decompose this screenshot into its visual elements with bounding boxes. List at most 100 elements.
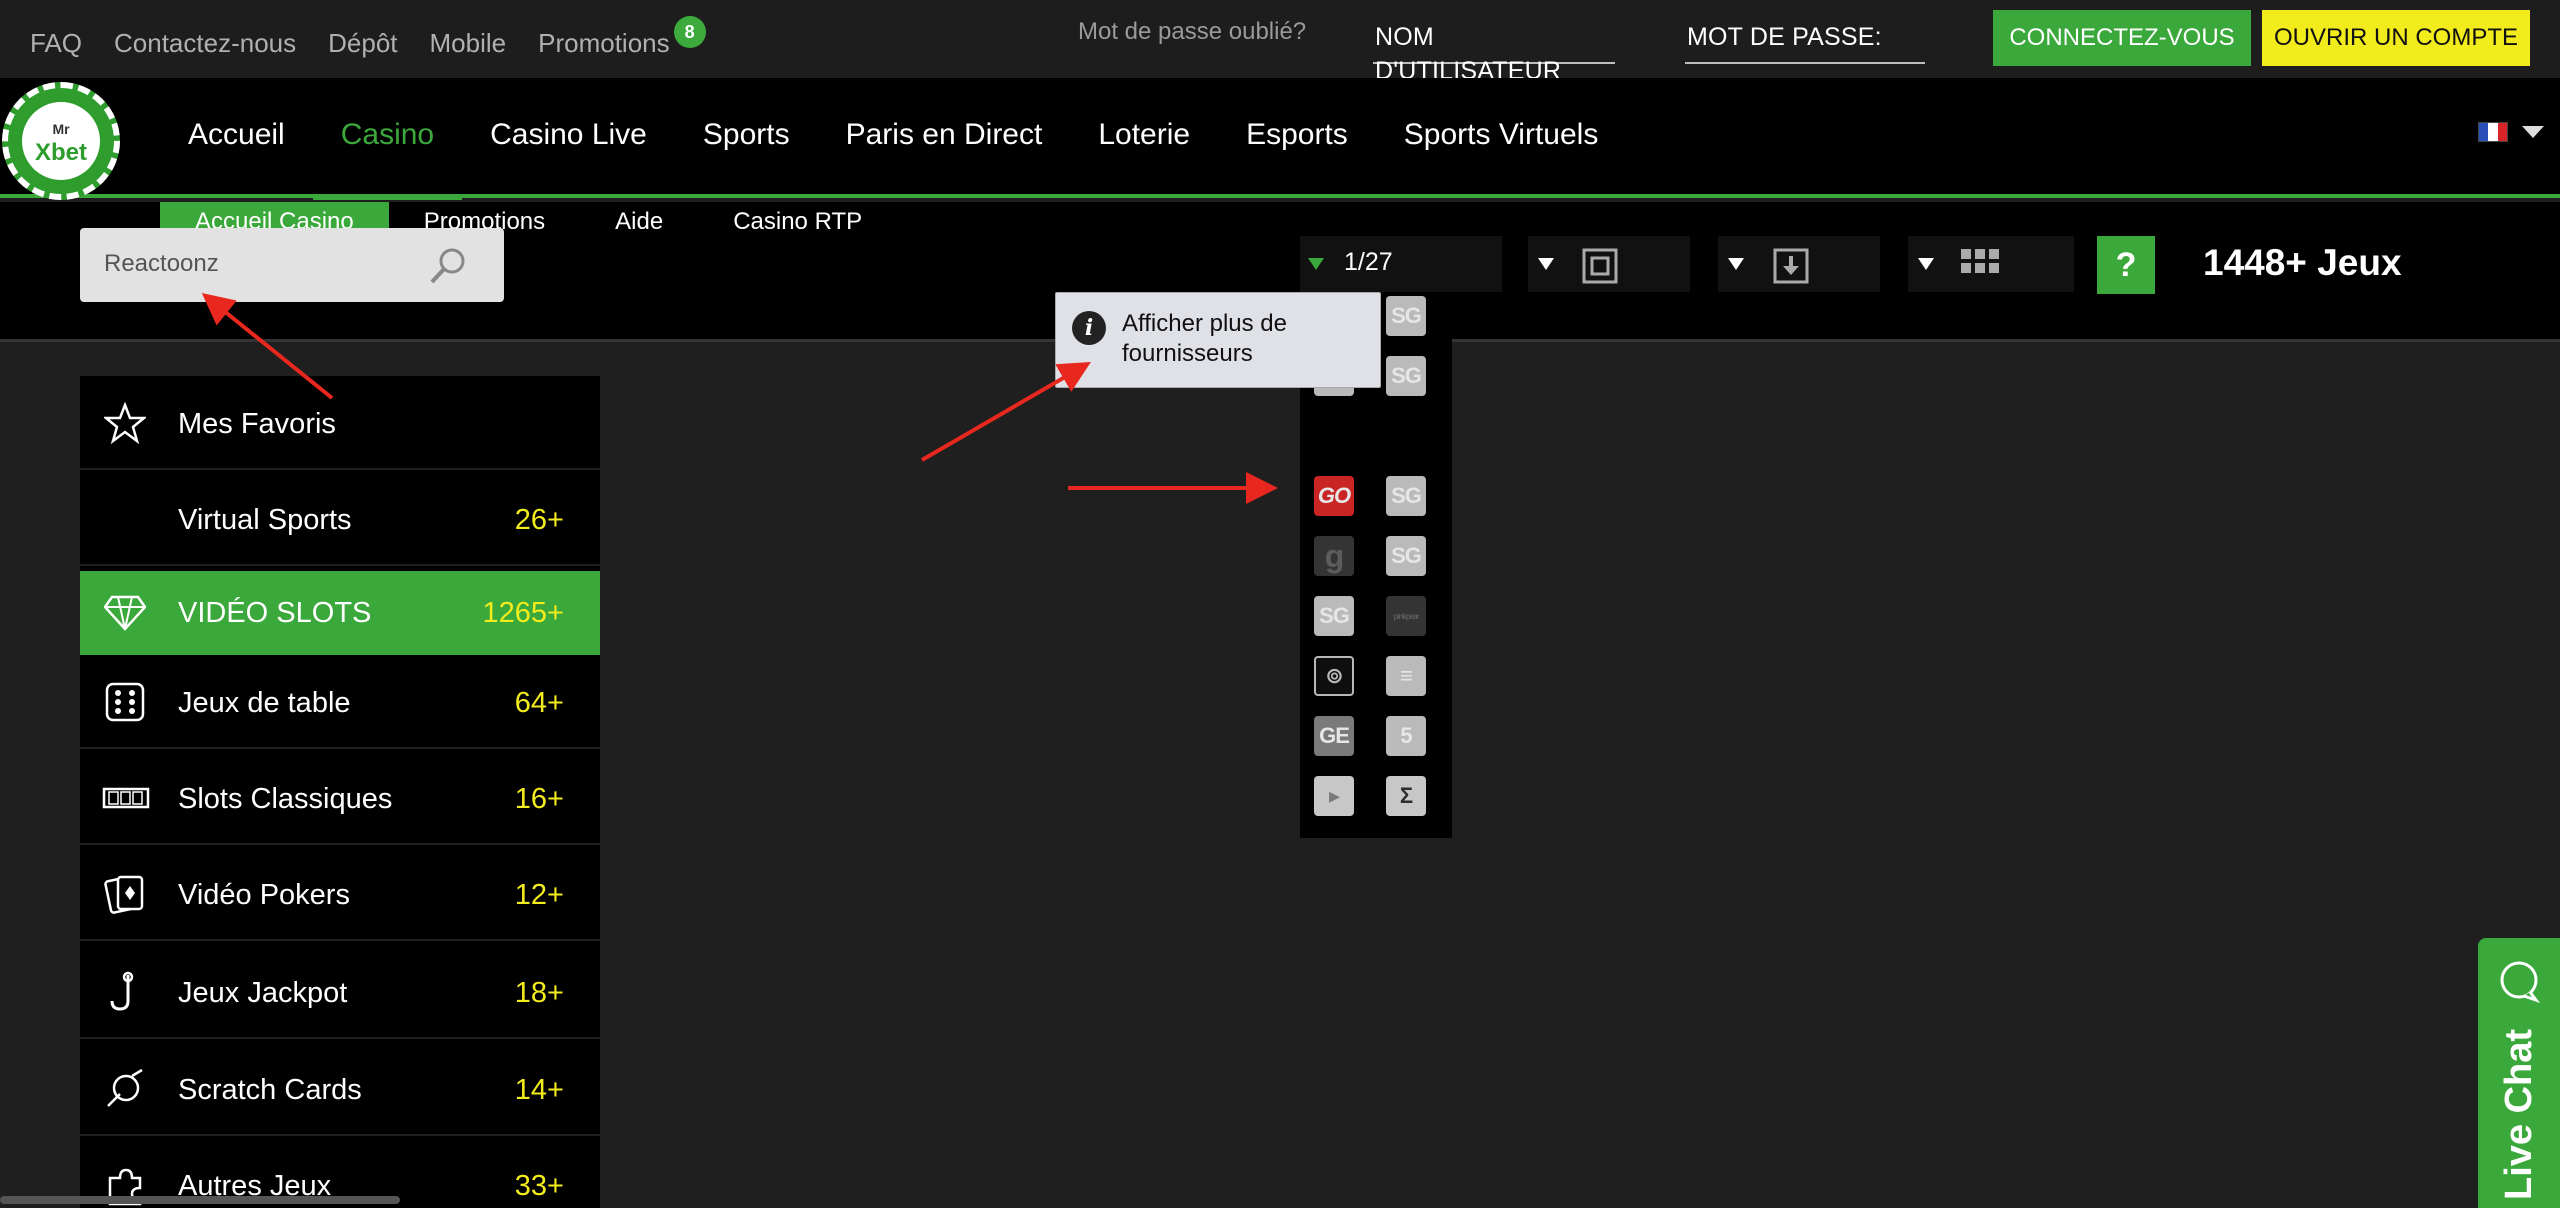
sidebar-item-scratch-cards[interactable]: Scratch Cards 14+ bbox=[80, 1042, 600, 1136]
provider-logo[interactable]: SG bbox=[1314, 596, 1354, 636]
username-input[interactable]: NOM D'UTILISATEUR bbox=[1373, 20, 1615, 85]
sidebar-item-label: Jeux de table bbox=[178, 687, 351, 719]
provider-logo[interactable]: SG bbox=[1386, 356, 1426, 396]
logo-brand-text: Xbet bbox=[34, 139, 87, 166]
sidebar-item-classic-slots[interactable]: Slots Classiques 16+ bbox=[80, 751, 600, 845]
nav-paris-en-direct[interactable]: Paris en Direct bbox=[846, 118, 1043, 152]
dice-icon bbox=[105, 682, 145, 722]
sidebar-item-count: 33+ bbox=[514, 1170, 564, 1202]
grid-view-icon[interactable] bbox=[1960, 248, 2000, 284]
sidebar-item-label: Slots Classiques bbox=[178, 783, 393, 815]
contact-link[interactable]: Contactez-nous bbox=[114, 28, 296, 59]
mobile-link[interactable]: Mobile bbox=[430, 28, 507, 59]
sidebar-item-video-poker[interactable]: Vidéo Pokers 12+ bbox=[80, 847, 600, 941]
nav-casino-live[interactable]: Casino Live bbox=[490, 118, 647, 152]
provider-logo[interactable]: ▸ bbox=[1314, 776, 1354, 816]
provider-logo[interactable]: 5 bbox=[1386, 716, 1426, 756]
site-logo[interactable]: Mr Xbet bbox=[2, 82, 120, 200]
nav-casino[interactable]: Casino bbox=[312, 118, 463, 200]
info-icon: i bbox=[1072, 311, 1106, 345]
logo-badge: Mr Xbet bbox=[22, 102, 100, 180]
provider-logo[interactable]: SG bbox=[1386, 296, 1426, 336]
tooltip-text: Afficher plus de fournisseurs bbox=[1122, 310, 1287, 367]
provider-logo[interactable]: SG bbox=[1386, 476, 1426, 516]
sidebar-item-video-slots[interactable]: VIDÉO SLOTS 1265+ bbox=[80, 571, 600, 655]
sidebar-item-label: Virtual Sports bbox=[178, 504, 352, 536]
provider-logo-go[interactable]: GO bbox=[1314, 476, 1354, 516]
provider-logo-pinkpear[interactable]: pinkpear bbox=[1386, 596, 1426, 636]
live-chat-label: Live Chat bbox=[2498, 1028, 2540, 1200]
provider-logo[interactable]: g bbox=[1314, 536, 1354, 576]
provider-logo[interactable]: Σ bbox=[1386, 776, 1426, 816]
french-flag-icon[interactable] bbox=[2478, 122, 2508, 142]
provider-logo[interactable]: GE bbox=[1314, 716, 1354, 756]
download-sort-icon[interactable] bbox=[1773, 248, 1809, 284]
sidebar-item-count: 16+ bbox=[514, 783, 564, 815]
show-more-providers-tooltip: i Afficher plus de fournisseurs bbox=[1055, 292, 1381, 388]
sidebar-item-count: 1265+ bbox=[482, 597, 564, 629]
top-utility-bar: FAQ Contactez-nous Dépôt Mobile Promotio… bbox=[0, 0, 2560, 85]
page-selector-caret-icon[interactable] bbox=[1308, 258, 1324, 270]
provider-logo[interactable]: SG bbox=[1386, 536, 1426, 576]
login-button[interactable]: CONNECTEZ-VOUS bbox=[1993, 10, 2251, 66]
sidebar-item-favoris[interactable]: Mes Favoris bbox=[80, 376, 600, 470]
sidebar-item-virtual-sports[interactable]: Virtual Sports 26+ bbox=[80, 472, 600, 566]
star-icon bbox=[104, 402, 146, 444]
sidebar-item-label: Mes Favoris bbox=[178, 408, 336, 440]
sidebar-item-count: 12+ bbox=[514, 879, 564, 911]
nav-esports[interactable]: Esports bbox=[1246, 118, 1348, 152]
jackpot-lever-icon bbox=[110, 971, 134, 1011]
sidebar-item-count: 14+ bbox=[514, 1074, 564, 1106]
sidebar-item-table-games[interactable]: Jeux de table 64+ bbox=[80, 655, 600, 749]
sidebar-item-jackpot[interactable]: Jeux Jackpot 18+ bbox=[80, 945, 600, 1039]
grid-layout-caret-icon[interactable] bbox=[1918, 258, 1934, 270]
promotions-count-badge: 8 bbox=[673, 16, 706, 48]
games-count: 1448+ Jeux bbox=[2203, 242, 2402, 283]
slot-machine-icon bbox=[102, 787, 150, 809]
chat-bubble-icon bbox=[2500, 961, 2541, 1003]
subnav-casino-rtp[interactable]: Casino RTP bbox=[698, 202, 897, 242]
top-links: FAQ Contactez-nous Dépôt Mobile Promotio… bbox=[30, 16, 706, 59]
nav-sports-virtuels[interactable]: Sports Virtuels bbox=[1404, 118, 1599, 152]
main-nav-items: Accueil Casino Casino Live Sports Paris … bbox=[188, 118, 1599, 200]
sidebar-item-label: Scratch Cards bbox=[178, 1074, 362, 1106]
diamond-icon bbox=[104, 595, 146, 631]
category-sidebar: Mes Favoris Virtual Sports 26+ VIDÉO SLO… bbox=[80, 376, 600, 1208]
logo-mr-text: Mr bbox=[52, 121, 70, 137]
subnav-aide[interactable]: Aide bbox=[580, 202, 698, 242]
view-size-caret-icon[interactable] bbox=[1538, 258, 1554, 270]
page: FAQ Contactez-nous Dépôt Mobile Promotio… bbox=[0, 0, 2560, 1208]
faq-link[interactable]: FAQ bbox=[30, 28, 82, 59]
sidebar-item-label: VIDÉO SLOTS bbox=[178, 597, 372, 629]
promotions-link-label: Promotions bbox=[538, 28, 670, 58]
sort-caret-icon[interactable] bbox=[1728, 258, 1744, 270]
open-account-button[interactable]: OUVRIR UN COMPTE bbox=[2262, 10, 2530, 66]
sidebar-item-label: Jeux Jackpot bbox=[178, 977, 348, 1009]
nav-accueil[interactable]: Accueil bbox=[188, 118, 285, 152]
promotions-link[interactable]: Promotions 8 bbox=[538, 16, 706, 59]
sidebar-item-count: 18+ bbox=[514, 977, 564, 1009]
provider-logo[interactable]: ≡ bbox=[1386, 656, 1426, 696]
sidebar-item-count: 64+ bbox=[514, 687, 564, 719]
help-button[interactable]: ? bbox=[2097, 236, 2155, 294]
horizontal-scrollbar[interactable] bbox=[0, 1196, 400, 1204]
provider-logo[interactable]: ⊚ bbox=[1314, 656, 1354, 696]
sidebar-item-count: 26+ bbox=[514, 504, 564, 536]
deposit-link[interactable]: Dépôt bbox=[328, 28, 397, 59]
page-counter: 1/27 bbox=[1344, 248, 1393, 276]
single-tile-icon[interactable] bbox=[1582, 248, 1618, 284]
search-icon[interactable] bbox=[428, 246, 468, 286]
playing-cards-icon bbox=[104, 875, 144, 914]
language-dropdown-caret-icon[interactable] bbox=[2522, 126, 2544, 138]
main-navigation: Mr Xbet Accueil Casino Casino Live Sport… bbox=[0, 78, 2560, 200]
forgot-password-link[interactable]: Mot de passe oublié? bbox=[1078, 18, 1306, 46]
live-chat-tab[interactable]: Live Chat bbox=[2478, 938, 2560, 1208]
scratch-coin-icon bbox=[107, 1068, 143, 1107]
game-search-input[interactable]: Reactoonz bbox=[80, 228, 504, 302]
sidebar-item-label: Vidéo Pokers bbox=[178, 879, 350, 911]
nav-loterie[interactable]: Loterie bbox=[1098, 118, 1190, 152]
password-input[interactable]: MOT DE PASSE: bbox=[1685, 20, 1925, 64]
search-input-value: Reactoonz bbox=[104, 250, 219, 277]
nav-sports[interactable]: Sports bbox=[703, 118, 790, 152]
page-selector[interactable] bbox=[1300, 236, 1502, 292]
